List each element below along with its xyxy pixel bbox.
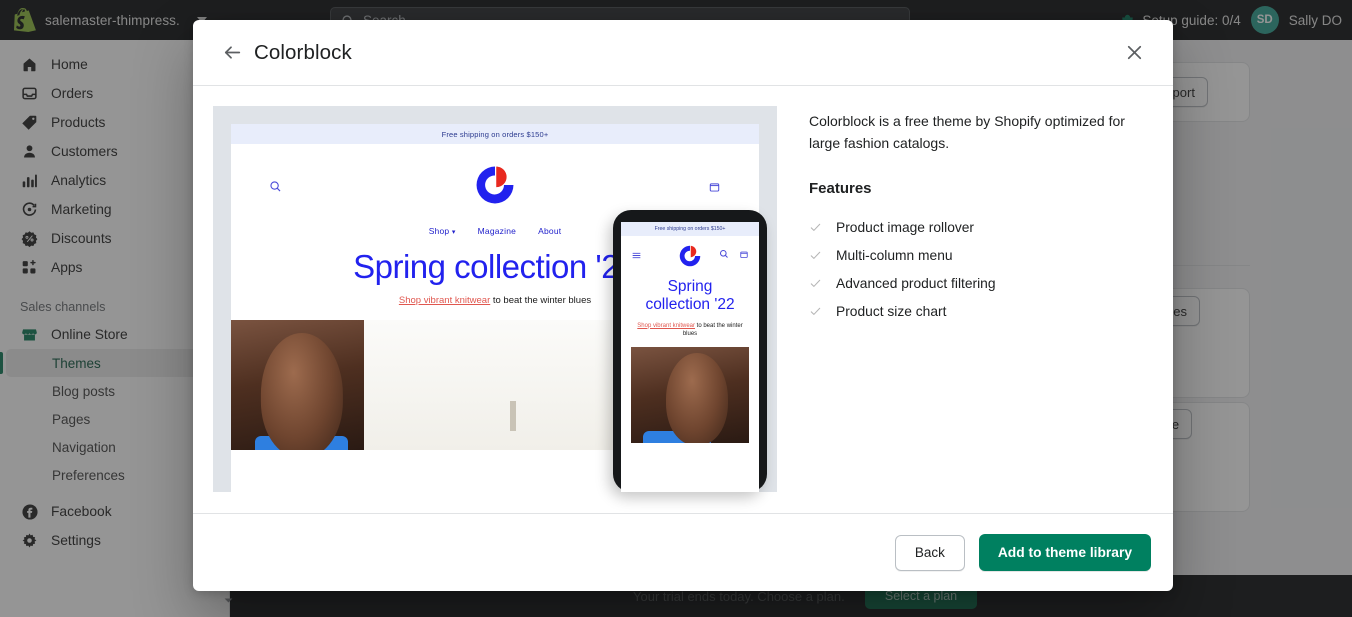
mobile-announcement-bar: Free shipping on orders $150+ [621, 222, 759, 236]
preview-hero-link: Shop vibrant knitwear [398, 295, 491, 306]
preview-nav-magazine: Magazine [477, 226, 517, 236]
modal-footer: Back Add to theme library [193, 513, 1173, 591]
chevron-down-icon: ▾ [451, 229, 456, 236]
preview-nav-shop: Shop ▾ [428, 226, 456, 236]
preview-nav-about: About [538, 226, 562, 236]
back-button[interactable]: Back [894, 534, 965, 571]
feature-label: Product image rollover [836, 219, 975, 235]
theme-description: Colorblock is a free theme by Shopify op… [809, 113, 1125, 151]
modal-body: Free shipping on orders $150+ Shop ▾ Mag… [193, 86, 1173, 513]
feature-label: Multi-column menu [836, 247, 953, 263]
list-item: Multi-column menu [809, 241, 1153, 269]
mobile-preview-frame: Free shipping on orders $150+ Spring col… [613, 210, 767, 492]
theme-info: Colorblock is a free theme by Shopify op… [777, 106, 1153, 513]
mobile-header [621, 236, 759, 272]
list-item: Advanced product filtering [809, 269, 1153, 297]
feature-label: Advanced product filtering [836, 275, 996, 291]
shopping-bag-icon [708, 180, 721, 193]
modal-header: Colorblock [193, 20, 1173, 86]
shopping-bag-icon [739, 249, 749, 259]
mobile-preview: Free shipping on orders $150+ Spring col… [621, 222, 759, 492]
check-icon [809, 221, 822, 234]
check-icon [809, 277, 822, 290]
theme-preview: Free shipping on orders $150+ Shop ▾ Mag… [213, 106, 777, 513]
colorblock-logo-icon [675, 241, 705, 271]
hamburger-menu-icon [631, 250, 642, 261]
arrow-left-icon[interactable] [215, 36, 249, 70]
close-icon[interactable] [1117, 36, 1151, 70]
features-list: Product image rollover Multi-column menu… [809, 213, 1153, 325]
search-icon [269, 180, 282, 193]
check-icon [809, 249, 822, 262]
list-item: Product image rollover [809, 213, 1153, 241]
colorblock-logo-icon [468, 158, 522, 212]
list-item: Product size chart [809, 297, 1153, 325]
add-to-theme-library-button[interactable]: Add to theme library [978, 534, 1151, 571]
page-title: Colorblock [254, 40, 352, 64]
mobile-photo-portrait [631, 346, 749, 443]
mobile-hero-title: Spring collection '22 [645, 278, 735, 314]
screen: w report hemes Store Your trial ends tod… [0, 0, 1352, 617]
check-icon [809, 305, 822, 318]
feature-label: Product size chart [836, 303, 947, 319]
preview-photo-portrait [231, 320, 364, 450]
theme-preview-modal: Colorblock Free shipping on orders $150+ [193, 20, 1173, 591]
preview-announcement-bar: Free shipping on orders $150+ [231, 124, 759, 144]
mobile-hero-subtitle: Shop vibrant knitwear to beat the winter… [637, 322, 743, 338]
features-heading: Features [809, 180, 872, 198]
search-icon [719, 249, 729, 259]
preview-hero-rest: to beat the winter blues [490, 295, 592, 306]
